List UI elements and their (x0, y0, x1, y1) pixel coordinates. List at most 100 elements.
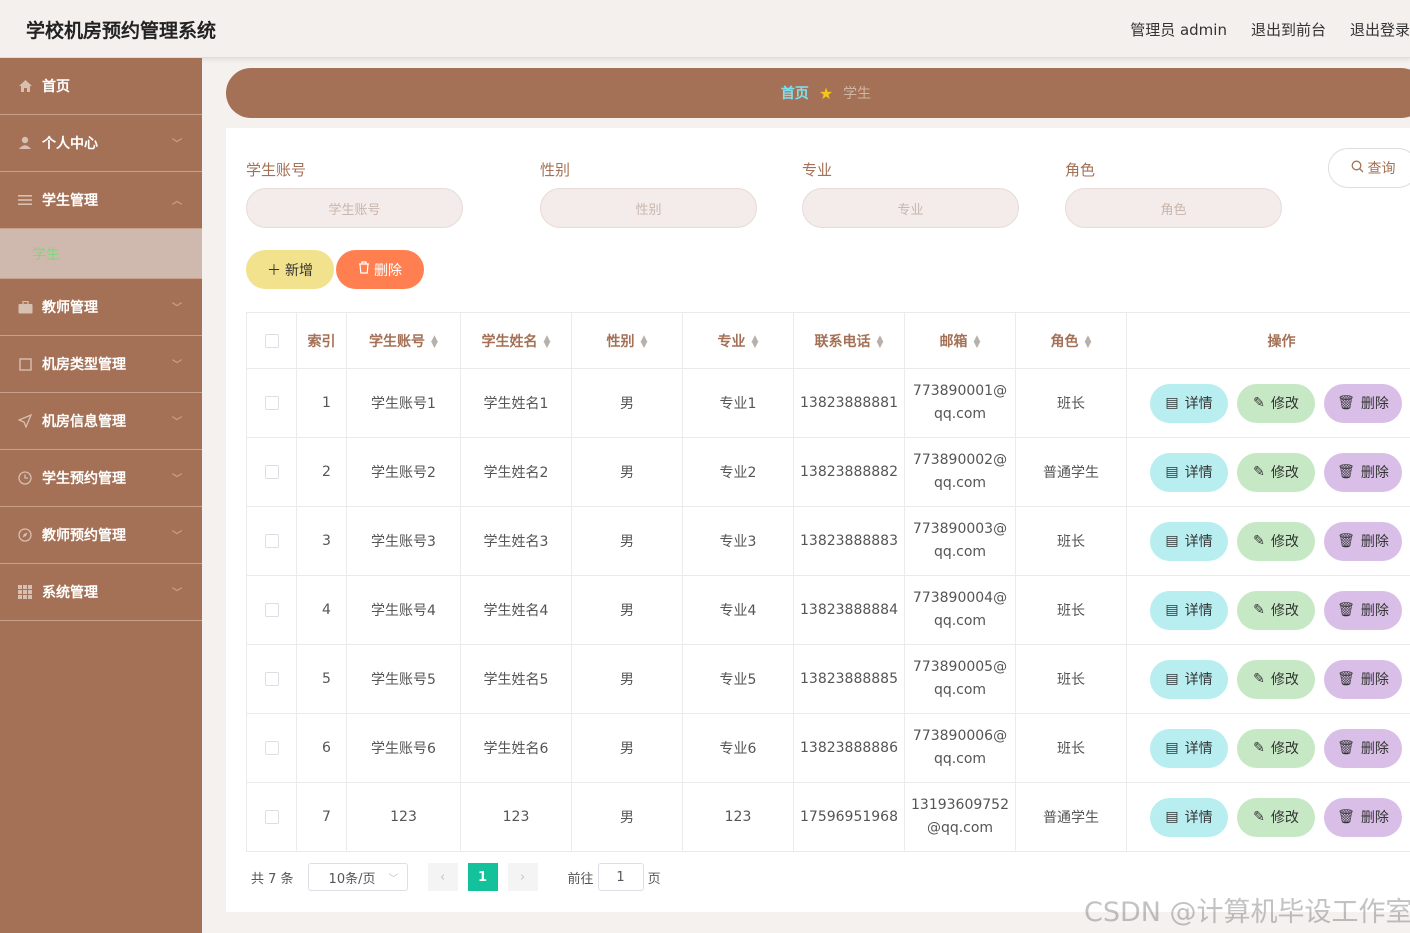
sidebar-item-teacher-mgmt[interactable]: 教师管理 ﹀ (0, 279, 202, 336)
delete-button[interactable]: 🗑 删除 (1324, 590, 1402, 630)
sidebar-subitem-student[interactable]: 学生 (0, 229, 202, 279)
table-row: 7 123 123 男 123 17596951968 13193609752 @… (246, 782, 1410, 852)
checkbox[interactable] (264, 672, 279, 686)
next-page-button[interactable]: › (507, 863, 538, 891)
edit-button[interactable]: ✎ 修改 (1237, 797, 1315, 837)
sidebar-item-home[interactable]: 首页 (0, 58, 202, 115)
header-phone[interactable]: 联系电话 ▲ ▼ (793, 312, 905, 369)
table-row: 3 学生账号3 学生姓名3 男 专业3 13823888883 77389000… (246, 506, 1410, 576)
header-email[interactable]: 邮箱 ▲ ▼ (904, 312, 1016, 369)
page-size-select[interactable]: 10条/页 ﹀ (307, 863, 408, 891)
cell-gender: 男 (571, 506, 683, 576)
checkbox[interactable] (264, 603, 279, 617)
sidebar-item-room-info[interactable]: 机房信息管理 ﹀ (0, 393, 202, 450)
cell-email: 773890002@ qq.com (904, 437, 1016, 507)
sort-icon[interactable]: ▲ ▼ (877, 334, 884, 349)
cell-major: 专业3 (682, 506, 794, 576)
edit-button[interactable]: ✎ 修改 (1237, 452, 1315, 492)
cell-email: 773890001@ qq.com (904, 368, 1016, 438)
sort-icon[interactable]: ▲ ▼ (1085, 334, 1092, 349)
search-label-account: 学生账号 (246, 161, 307, 179)
delete-button[interactable]: 🗑 删除 (1324, 383, 1402, 423)
header-select-all[interactable] (246, 312, 297, 369)
delete-button[interactable]: 🗑 删除 (1324, 521, 1402, 561)
sidebar-item-teacher-booking[interactable]: 教师预约管理 ﹀ (0, 507, 202, 564)
cell-major: 专业1 (682, 368, 794, 438)
page-number-current[interactable]: 1 (467, 863, 498, 891)
edit-button[interactable]: ✎ 修改 (1237, 728, 1315, 768)
trash-icon: 🗑 (1337, 602, 1355, 618)
sort-icon[interactable]: ▲ ▼ (431, 334, 438, 349)
delete-button[interactable]: 🗑 删除 (1324, 659, 1402, 699)
row-select[interactable] (246, 506, 297, 576)
detail-button[interactable]: ▤ 详情 (1150, 659, 1228, 699)
breadcrumb-home[interactable]: 首页 (781, 83, 809, 103)
detail-button[interactable]: ▤ 详情 (1150, 383, 1228, 423)
search-input-major[interactable]: 专业 (802, 188, 1019, 228)
sort-icon[interactable]: ▲ ▼ (641, 334, 648, 349)
search-input-role[interactable]: 角色 (1065, 188, 1282, 228)
header-role[interactable]: 角色 ▲ ▼ (1015, 312, 1127, 369)
row-select[interactable] (246, 368, 297, 438)
delete-button[interactable]: 🗑 删除 (1324, 728, 1402, 768)
goto-page-input[interactable]: 1 (597, 863, 644, 891)
row-select[interactable] (246, 644, 297, 714)
cell-name: 学生姓名1 (460, 368, 572, 438)
search-input-gender[interactable]: 性别 (540, 188, 757, 228)
front-link[interactable]: 退出到前台 (1251, 19, 1326, 40)
prev-page-button[interactable]: ‹ (427, 863, 458, 891)
sort-icon[interactable]: ▲ ▼ (974, 334, 981, 349)
sidebar-item-room-type[interactable]: 机房类型管理 ﹀ (0, 336, 202, 393)
cell-index: 3 (296, 506, 347, 576)
checkbox[interactable] (264, 333, 279, 348)
sort-icon[interactable]: ▲ ▼ (752, 334, 759, 349)
checkbox[interactable] (264, 810, 279, 824)
checkbox[interactable] (264, 396, 279, 410)
row-select[interactable] (246, 437, 297, 507)
cell-major: 123 (682, 782, 794, 852)
add-button[interactable]: ＋ 新增 (246, 250, 334, 289)
delete-button[interactable]: 🗑 删除 (1324, 452, 1402, 492)
search-label-gender: 性别 (540, 161, 571, 179)
row-select[interactable] (246, 713, 297, 783)
trash-icon (358, 261, 370, 278)
row-select[interactable] (246, 575, 297, 645)
sidebar-item-personal[interactable]: 个人中心 ﹀ (0, 115, 202, 172)
edit-button[interactable]: ✎ 修改 (1237, 590, 1315, 630)
detail-button[interactable]: ▤ 详情 (1150, 590, 1228, 630)
chevron-down-icon: ﹀ (172, 139, 182, 150)
cell-gender: 男 (571, 437, 683, 507)
sort-icon[interactable]: ▲ ▼ (544, 334, 551, 349)
chevron-down-icon: ﹀ (172, 474, 182, 485)
checkbox[interactable] (264, 465, 279, 479)
detail-button[interactable]: ▤ 详情 (1150, 797, 1228, 837)
search-input-account[interactable]: 学生账号 (246, 188, 463, 228)
query-button[interactable]: 查询 (1328, 148, 1410, 188)
table-row: 4 学生账号4 学生姓名4 男 专业4 13823888884 77389000… (246, 575, 1410, 645)
batch-delete-button[interactable]: 删除 (336, 250, 424, 289)
detail-button[interactable]: ▤ 详情 (1150, 521, 1228, 561)
header-account[interactable]: 学生账号 ▲ ▼ (346, 312, 461, 369)
cell-index: 7 (296, 782, 347, 852)
edit-button[interactable]: ✎ 修改 (1237, 659, 1315, 699)
header-major[interactable]: 专业 ▲ ▼ (682, 312, 794, 369)
header-name[interactable]: 学生姓名 ▲ ▼ (460, 312, 572, 369)
cell-ops: ▤ 详情 ✎ 修改 🗑 删除 (1126, 506, 1410, 576)
sidebar-item-system[interactable]: 系统管理 ﹀ (0, 564, 202, 621)
checkbox[interactable] (264, 534, 279, 548)
edit-button[interactable]: ✎ 修改 (1237, 521, 1315, 561)
detail-button[interactable]: ▤ 详情 (1150, 452, 1228, 492)
logout-link[interactable]: 退出登录 (1350, 19, 1410, 40)
delete-button[interactable]: 🗑 删除 (1324, 797, 1402, 837)
checkbox[interactable] (264, 741, 279, 755)
sidebar-item-student-booking[interactable]: 学生预约管理 ﹀ (0, 450, 202, 507)
row-select[interactable] (246, 782, 297, 852)
trash-icon: 🗑 (1337, 740, 1355, 756)
trash-icon: 🗑 (1337, 533, 1355, 549)
detail-button[interactable]: ▤ 详情 (1150, 728, 1228, 768)
cell-email: 773890003@ qq.com (904, 506, 1016, 576)
edit-button[interactable]: ✎ 修改 (1237, 383, 1315, 423)
cell-account: 123 (346, 782, 461, 852)
header-gender[interactable]: 性别 ▲ ▼ (571, 312, 683, 369)
sidebar-item-student-mgmt[interactable]: 学生管理 ︿ (0, 172, 202, 229)
